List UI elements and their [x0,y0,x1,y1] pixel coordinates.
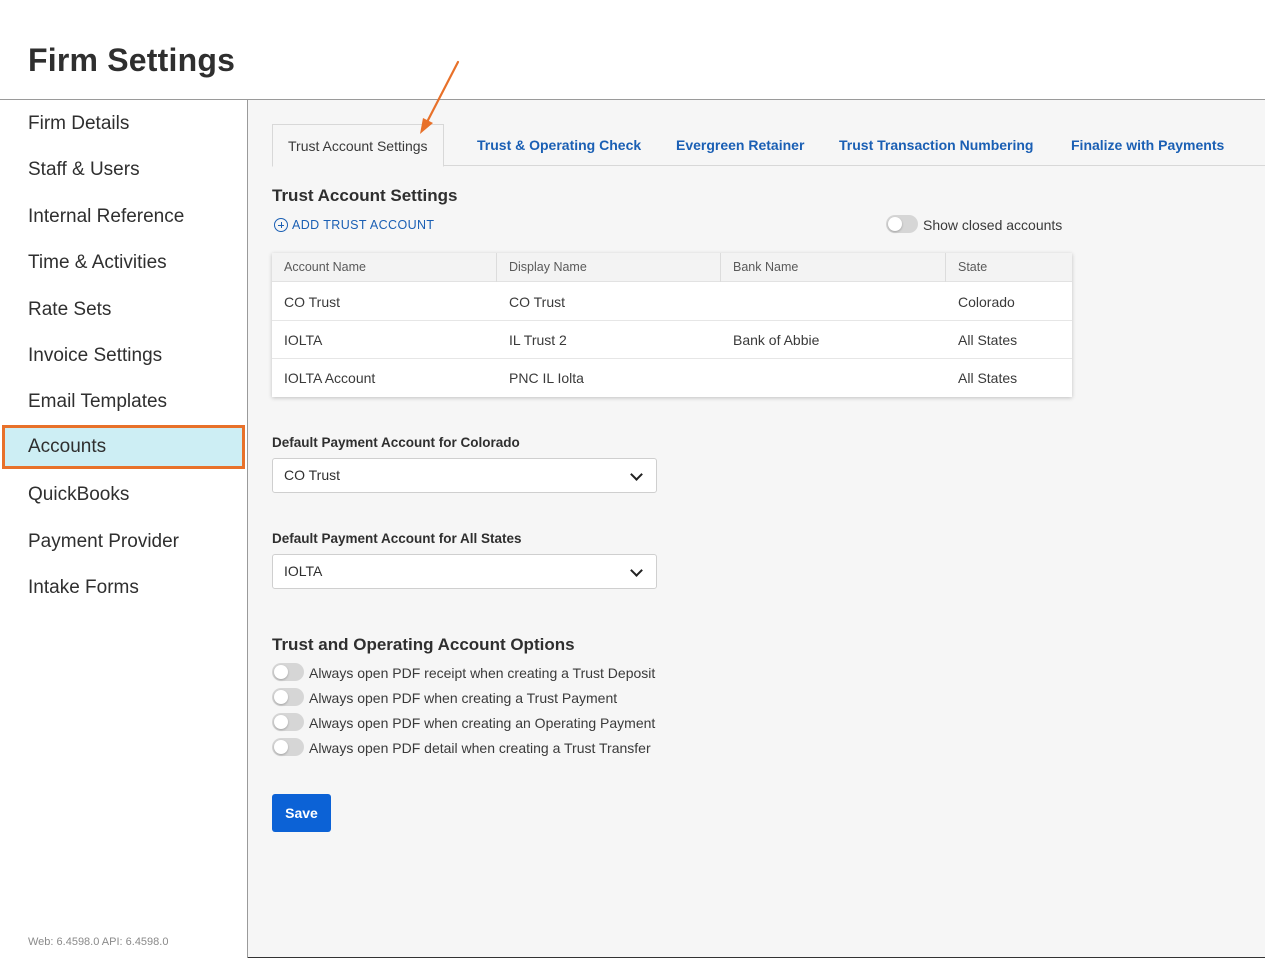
options-heading: Trust and Operating Account Options [272,635,575,654]
sidebar-item-accounts[interactable]: Accounts [2,425,245,469]
sidebar-item-email-templates[interactable]: Email Templates [0,380,247,424]
option-toggle-trust-deposit[interactable] [272,663,304,681]
cell-bank-name [721,359,733,397]
tab-evergreen-retainer[interactable]: Evergreen Retainer [676,124,804,166]
annotation-arrow-icon [420,60,460,134]
toggle-knob [888,217,902,231]
table-row[interactable]: IOLTA IL Trust 2 Bank of Abbie All State… [272,321,1072,359]
toggle-knob [274,690,288,704]
default-colorado-value: CO Trust [284,467,341,483]
cell-bank-name: Bank of Abbie [733,332,820,348]
toggle-knob [274,715,288,729]
sidebar-item-rate-sets[interactable]: Rate Sets [0,288,247,332]
option-toggle-trust-transfer[interactable] [272,738,304,756]
option-label-trust-transfer: Always open PDF detail when creating a T… [309,740,651,756]
default-all-states-value: IOLTA [284,563,323,579]
sidebar-item-firm-details[interactable]: Firm Details [0,102,247,146]
sidebar-item-staff-users[interactable]: Staff & Users [0,148,247,192]
sidebar-item-intake-forms[interactable]: Intake Forms [0,566,247,610]
table-row[interactable]: CO Trust CO Trust Colorado [272,283,1072,321]
column-header-account-name[interactable]: Account Name [272,253,497,282]
option-label-operating-payment: Always open PDF when creating an Operati… [309,715,656,731]
cell-state: Colorado [958,294,1015,310]
tab-finalize-with-payments[interactable]: Finalize with Payments [1071,124,1224,166]
tab-trust-transaction-numbering[interactable]: Trust Transaction Numbering [839,124,1033,166]
table-row[interactable]: IOLTA Account PNC IL Iolta All States [272,359,1072,397]
cell-display-name: CO Trust [509,294,566,310]
toggle-knob [274,740,288,754]
default-colorado-label: Default Payment Account for Colorado [272,435,520,450]
tab-trust-operating-check[interactable]: Trust & Operating Check [477,124,641,166]
chevron-down-icon [630,468,643,481]
column-header-state[interactable]: State [946,253,1072,282]
sidebar-item-time-activities[interactable]: Time & Activities [0,241,247,285]
sidebar-item-payment-provider[interactable]: Payment Provider [0,520,247,564]
plus-circle-icon [274,218,288,232]
cell-account-name: IOLTA Account [284,370,376,386]
option-toggle-trust-payment[interactable] [272,688,304,706]
sidebar: Firm Details Staff & Users Internal Refe… [0,100,248,958]
default-all-states-select[interactable]: IOLTA [272,554,657,589]
cell-account-name: CO Trust [284,294,341,310]
trust-accounts-table: Account Name Display Name Bank Name Stat… [272,253,1072,397]
trust-settings-heading: Trust Account Settings [272,186,458,205]
cell-state: All States [958,370,1018,386]
chevron-down-icon [630,564,643,577]
sidebar-item-invoice-settings[interactable]: Invoice Settings [0,334,247,378]
cell-state: All States [958,332,1018,348]
cell-display-name: PNC IL Iolta [509,370,584,386]
option-label-trust-payment: Always open PDF when creating a Trust Pa… [309,690,618,706]
default-colorado-select[interactable]: CO Trust [272,458,657,493]
column-header-bank-name[interactable]: Bank Name [721,253,946,282]
page-header: Firm Settings [0,0,1265,100]
version-info: Web: 6.4598.0 API: 6.4598.0 [28,936,169,948]
option-label-trust-deposit: Always open PDF receipt when creating a … [309,665,656,681]
toggle-knob [274,665,288,679]
sidebar-item-internal-reference[interactable]: Internal Reference [0,195,247,239]
save-button[interactable]: Save [272,794,331,832]
sidebar-item-quickbooks[interactable]: QuickBooks [0,473,247,517]
add-trust-account-label: ADD TRUST ACCOUNT [292,218,435,232]
default-all-states-label: Default Payment Account for All States [272,531,522,546]
option-toggle-operating-payment[interactable] [272,713,304,731]
show-closed-accounts-label: Show closed accounts [923,217,1063,233]
show-closed-accounts-toggle[interactable] [886,215,918,233]
table-header: Account Name Display Name Bank Name Stat… [272,253,1072,282]
add-trust-account-link[interactable]: ADD TRUST ACCOUNT [274,218,434,232]
main-content: Trust Account Settings Trust & Operating… [248,100,1265,958]
column-header-display-name[interactable]: Display Name [497,253,721,282]
cell-account-name: IOLTA [284,332,323,348]
cell-display-name: IL Trust 2 [509,332,567,348]
page-title: Firm Settings [28,42,236,78]
cell-bank-name [721,283,733,321]
